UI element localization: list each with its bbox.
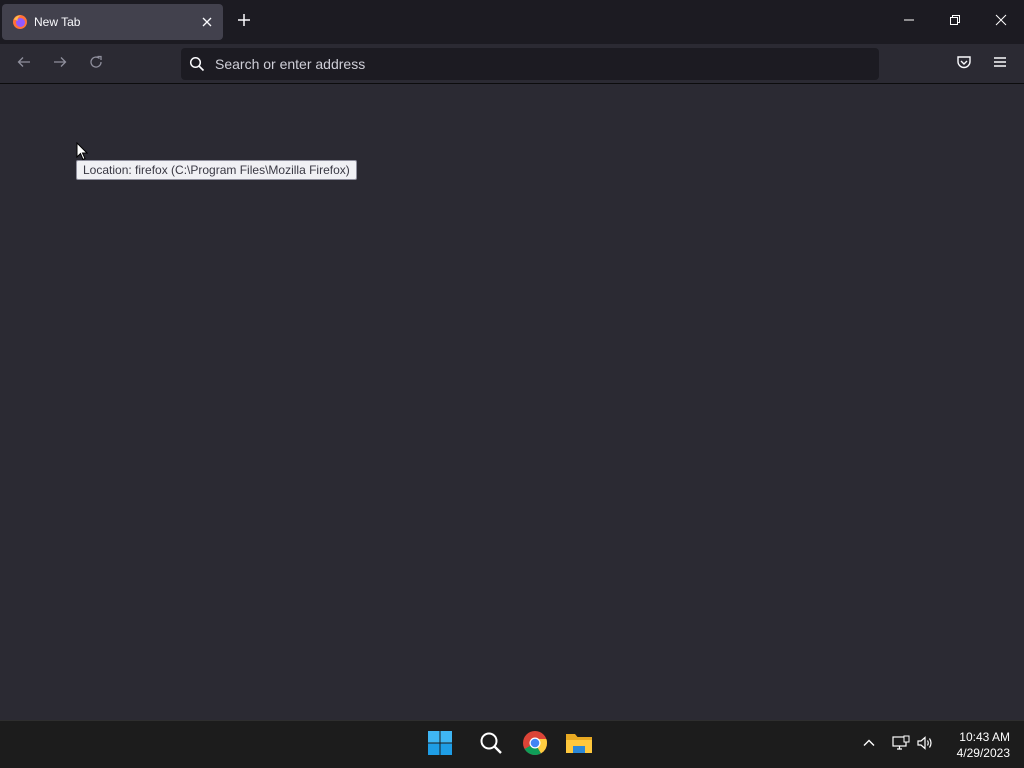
back-button[interactable] <box>12 52 36 76</box>
close-icon[interactable] <box>198 13 216 31</box>
taskbar-chrome[interactable] <box>519 729 551 761</box>
clock-date: 4/29/2023 <box>956 746 1010 760</box>
minimize-button[interactable] <box>886 0 932 44</box>
close-window-button[interactable] <box>978 0 1024 44</box>
arrow-left-icon <box>16 54 32 75</box>
app-menu-button[interactable] <box>988 52 1012 76</box>
taskbar-file-explorer[interactable] <box>563 729 595 761</box>
navigation-toolbar <box>0 44 1024 84</box>
windows-start-icon <box>427 730 453 761</box>
clock-time: 10:43 AM <box>959 730 1010 744</box>
network-icon <box>892 735 910 756</box>
tab-strip: New Tab <box>0 0 1024 44</box>
hamburger-menu-icon <box>992 54 1008 75</box>
arrow-right-icon <box>52 54 68 75</box>
page-content <box>0 85 1024 720</box>
tab-title: New Tab <box>34 15 81 29</box>
show-hidden-icons-button[interactable] <box>857 733 881 757</box>
file-explorer-icon <box>565 731 593 760</box>
firefox-icon <box>12 14 28 30</box>
network-button[interactable] <box>889 733 913 757</box>
close-icon <box>995 13 1007 31</box>
forward-button[interactable] <box>48 52 72 76</box>
pocket-button[interactable] <box>952 52 976 76</box>
volume-button[interactable] <box>913 733 937 757</box>
volume-icon <box>916 735 934 756</box>
restore-icon <box>949 13 961 31</box>
chevron-up-icon <box>862 736 876 755</box>
minimize-icon <box>903 13 915 31</box>
search-icon <box>189 56 205 72</box>
taskbar: 10:43 AM 4/29/2023 <box>0 720 1024 768</box>
address-input[interactable] <box>211 48 851 80</box>
tab-new-tab[interactable]: New Tab <box>2 4 223 40</box>
reload-button[interactable] <box>84 52 108 76</box>
start-button[interactable] <box>424 729 456 761</box>
new-tab-button[interactable] <box>232 10 256 34</box>
location-tooltip: Location: firefox (C:\Program Files\Mozi… <box>76 160 357 180</box>
mouse-cursor-icon <box>76 141 89 161</box>
chrome-icon <box>522 730 548 761</box>
url-bar[interactable] <box>181 48 879 80</box>
pocket-icon <box>956 54 972 75</box>
reload-icon <box>88 54 104 75</box>
search-icon <box>479 731 503 760</box>
taskbar-clock[interactable]: 10:43 AM 4/29/2023 <box>940 729 1010 761</box>
plus-icon <box>237 13 251 32</box>
taskbar-search-button[interactable] <box>475 729 507 761</box>
restore-button[interactable] <box>932 0 978 44</box>
